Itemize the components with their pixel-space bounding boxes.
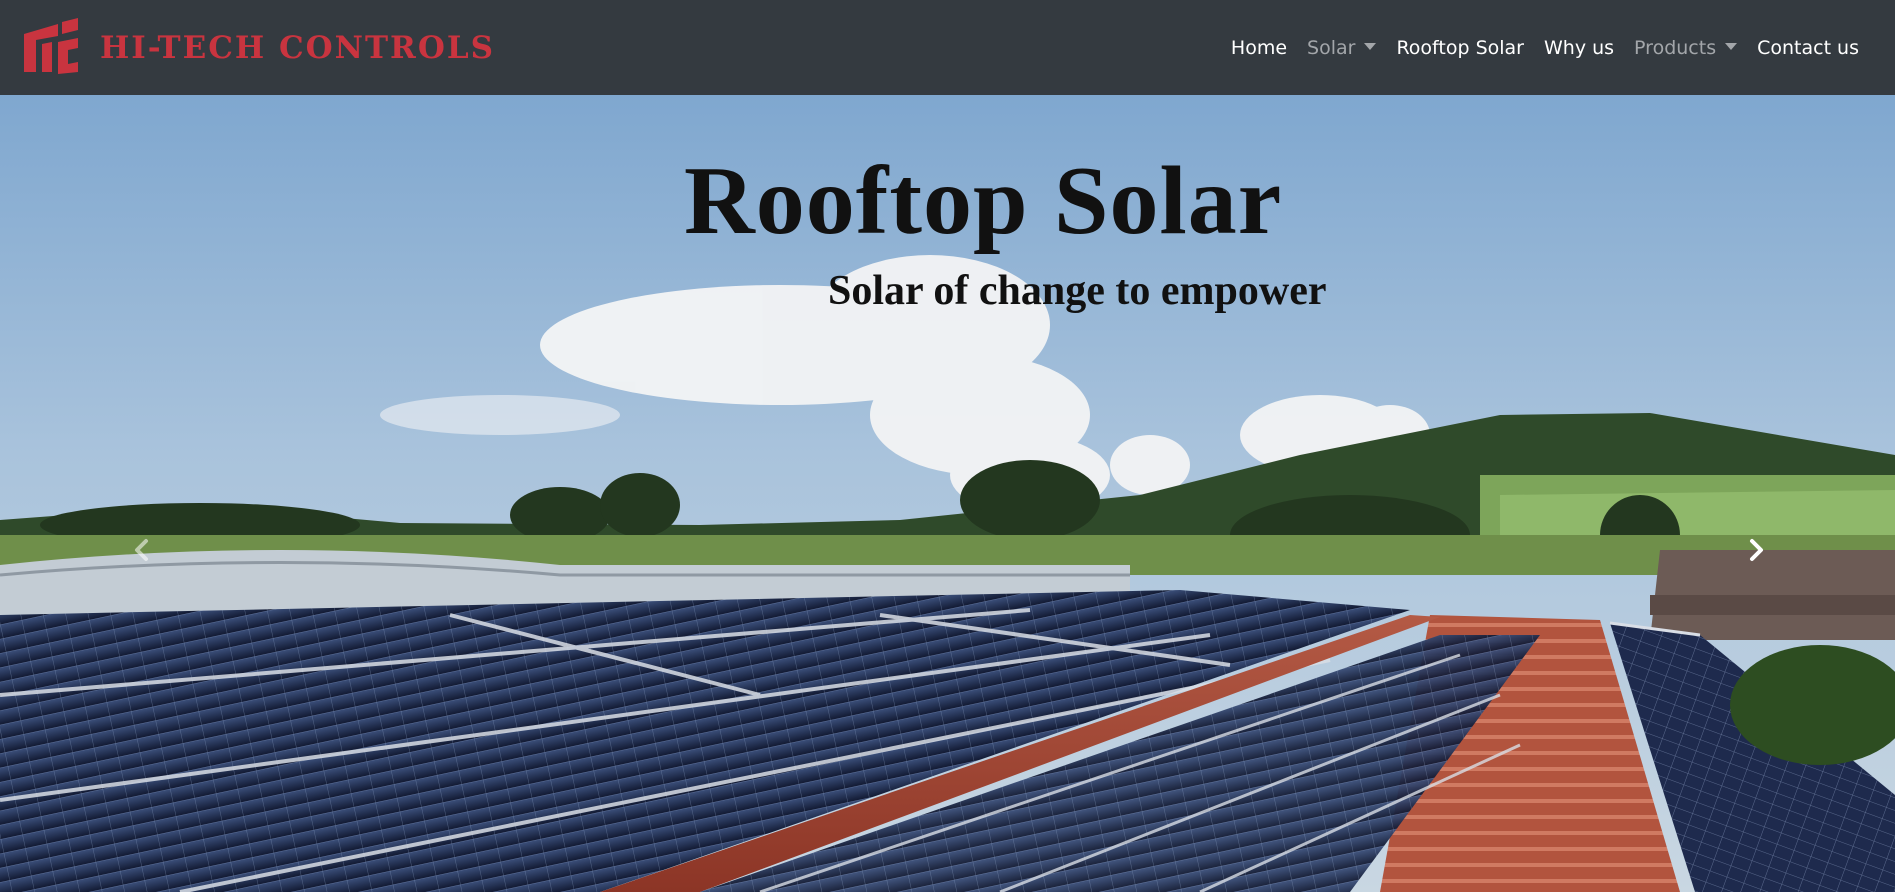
nav-products-dropdown[interactable]: Products xyxy=(1624,29,1747,67)
carousel-prev-button[interactable] xyxy=(112,520,172,580)
nav-contact-us[interactable]: Contact us xyxy=(1747,29,1869,67)
carousel-next-button[interactable] xyxy=(1726,520,1786,580)
hero-subtitle: Solar of change to empower xyxy=(828,268,1327,314)
nav-home[interactable]: Home xyxy=(1221,29,1297,67)
hero-title: Rooftop Solar xyxy=(684,147,1283,255)
nav-solar-label: Solar xyxy=(1307,36,1356,59)
nav-rooftop-solar[interactable]: Rooftop Solar xyxy=(1386,29,1534,67)
nav-why-us[interactable]: Why us xyxy=(1534,29,1624,67)
top-navbar: HI-TECH CONTROLS Home Solar Rooftop Sola… xyxy=(0,0,1895,95)
chevron-left-icon xyxy=(135,539,148,561)
caret-down-icon xyxy=(1364,43,1377,50)
nav-menu: Home Solar Rooftop Solar Why us Products… xyxy=(1221,29,1869,67)
hero-carousel: Rooftop Solar Solar of change to empower xyxy=(0,95,1895,892)
brand-name: HI-TECH CONTROLS xyxy=(100,29,496,66)
brand-link[interactable]: HI-TECH CONTROLS xyxy=(18,16,495,80)
nav-products-label: Products xyxy=(1634,36,1717,59)
caret-down-icon xyxy=(1725,43,1738,50)
brand-logo-icon xyxy=(24,17,78,74)
nav-solar-dropdown[interactable]: Solar xyxy=(1297,29,1386,67)
chevron-right-icon xyxy=(1750,539,1763,561)
